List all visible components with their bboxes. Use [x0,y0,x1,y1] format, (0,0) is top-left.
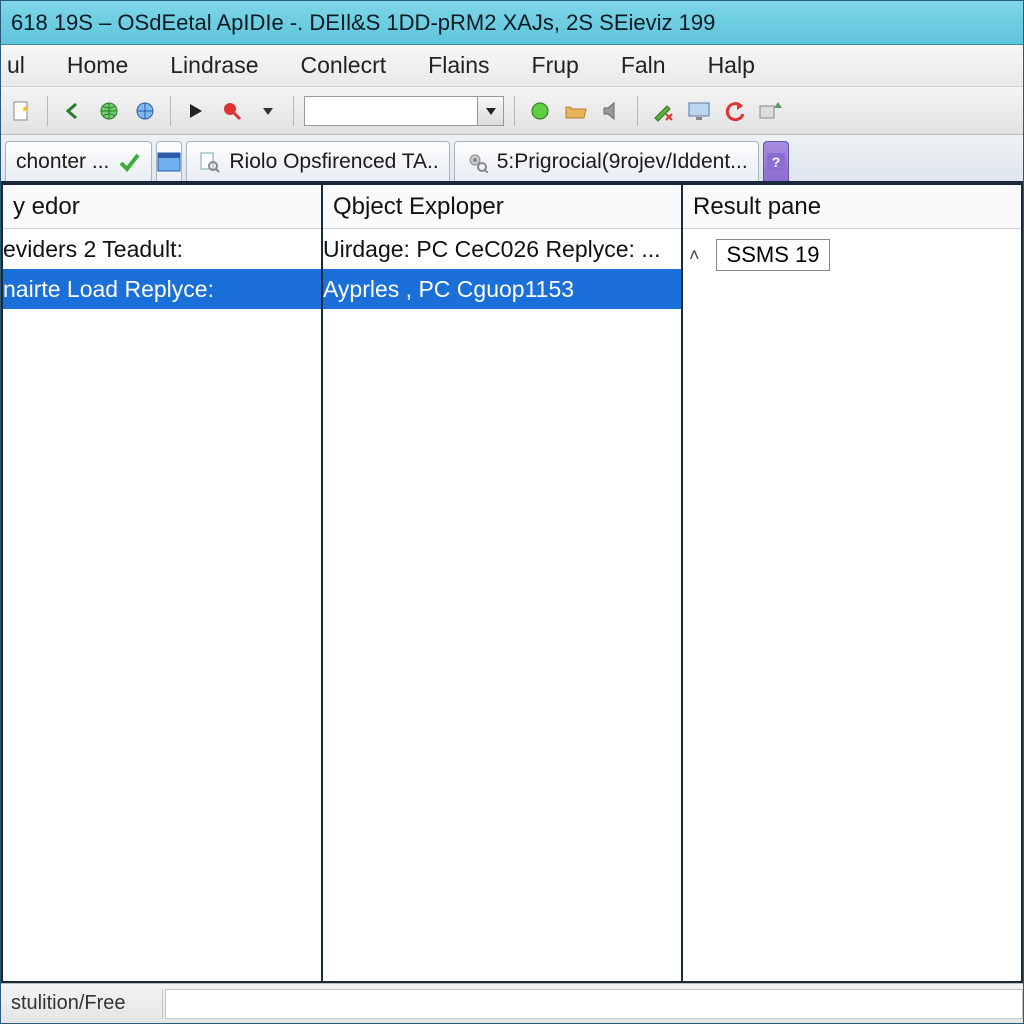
speaker-icon[interactable] [597,96,627,126]
menu-flains[interactable]: Flains [422,48,495,83]
tab-label: Riolo Opsfirenced TA.. [229,150,438,174]
menu-frup[interactable]: Frup [526,48,585,83]
dropdown-icon[interactable] [253,96,283,126]
list-item[interactable]: Ayprles , PC Cguop1153 [323,269,681,309]
gear-search-icon [465,150,489,174]
tab-riolo[interactable]: Riolo Opsfirenced TA.. [186,141,449,181]
pane-object-explorer: Qbject Exploper Uirdage: PC CeC026 Reply… [323,185,681,981]
tab-label: 5:Prigrocial(9rojev/Iddent... [497,150,748,174]
list-item[interactable]: Uirdage: PC CeC026 Replyce: ... [323,229,681,269]
menu-home[interactable]: Home [61,48,134,83]
result-body: ˄ SSMS 19 [683,229,1021,981]
tab-prigrocial[interactable]: 5:Prigrocial(9rojev/Iddent... [454,141,759,181]
pane-header: y edor [3,185,321,229]
pane-header: Result pane [683,185,1021,229]
redo-tool-icon[interactable] [756,96,786,126]
doc-star-icon[interactable] [7,96,37,126]
back-arrow-icon[interactable] [58,96,88,126]
folder-open-icon[interactable] [561,96,591,126]
menu-faln[interactable]: Faln [615,48,672,83]
title-bar[interactable]: 618 19S – OSdEetal ApIDIe -. DEIl&S 1DD-… [1,1,1023,45]
menu-ul[interactable]: ul [1,48,31,83]
pencil-x-icon[interactable] [648,96,678,126]
check-green-icon [117,150,141,174]
app-window: 618 19S – OSdEetal ApIDIe -. DEIl&S 1DD-… [0,0,1024,1024]
combo-dropdown-icon[interactable] [477,97,503,125]
toolbar-separator [637,96,638,126]
pane-editor: y edor eviders 2 Teadult: nairte Load Re… [3,185,321,981]
tab-window[interactable] [156,141,182,181]
tab-strip: chonter ... Riolo Opsfirenced TA.. 5:Pri… [1,135,1023,183]
pane-list: Uirdage: PC CeC026 Replyce: ... Ayprles … [323,229,681,981]
list-item[interactable]: nairte Load Replyce: [3,269,321,309]
pane-header: Qbject Exploper [323,185,681,229]
collapse-caret-icon[interactable]: ˄ [689,245,700,266]
menu-conlecrt[interactable]: Conlecrt [295,48,393,83]
status-bar: stulition/Free [1,983,1023,1023]
toolbar-separator [514,96,515,126]
toolbar-separator [47,96,48,126]
window-blue-icon [157,150,181,174]
toolbar [1,87,1023,135]
result-value[interactable]: SSMS 19 [716,239,831,271]
question-icon: ? [764,150,788,174]
play-icon[interactable] [181,96,211,126]
tab-help[interactable]: ? [763,141,789,181]
workspace: y edor eviders 2 Teadult: nairte Load Re… [1,183,1023,983]
svg-text:?: ? [771,154,780,170]
tab-chonter[interactable]: chonter ... [5,141,152,181]
menu-halp[interactable]: Halp [702,48,761,83]
list-item[interactable]: eviders 2 Teadult: [3,229,321,269]
tab-label: chonter ... [16,150,109,174]
undo-red-icon[interactable] [720,96,750,126]
status-left: stulition/Free [3,989,163,1019]
menu-bar: ul Home Lindrase Conlecrt Flains Frup Fa… [1,45,1023,87]
globe-green-icon[interactable] [94,96,124,126]
stop-red-icon[interactable] [217,96,247,126]
circle-green-icon[interactable] [525,96,555,126]
globe-blue-icon[interactable] [130,96,160,126]
toolbar-separator [170,96,171,126]
doc-search-icon [197,150,221,174]
menu-lindrase[interactable]: Lindrase [164,48,264,83]
window-title: 618 19S – OSdEetal ApIDIe -. DEIl&S 1DD-… [11,10,715,36]
pane-list: eviders 2 Teadult: nairte Load Replyce: [3,229,321,981]
toolbar-combo[interactable] [304,96,504,126]
toolbar-separator [293,96,294,126]
pane-result: Result pane ˄ SSMS 19 [683,185,1021,981]
monitor-icon[interactable] [684,96,714,126]
status-rest [165,989,1023,1019]
